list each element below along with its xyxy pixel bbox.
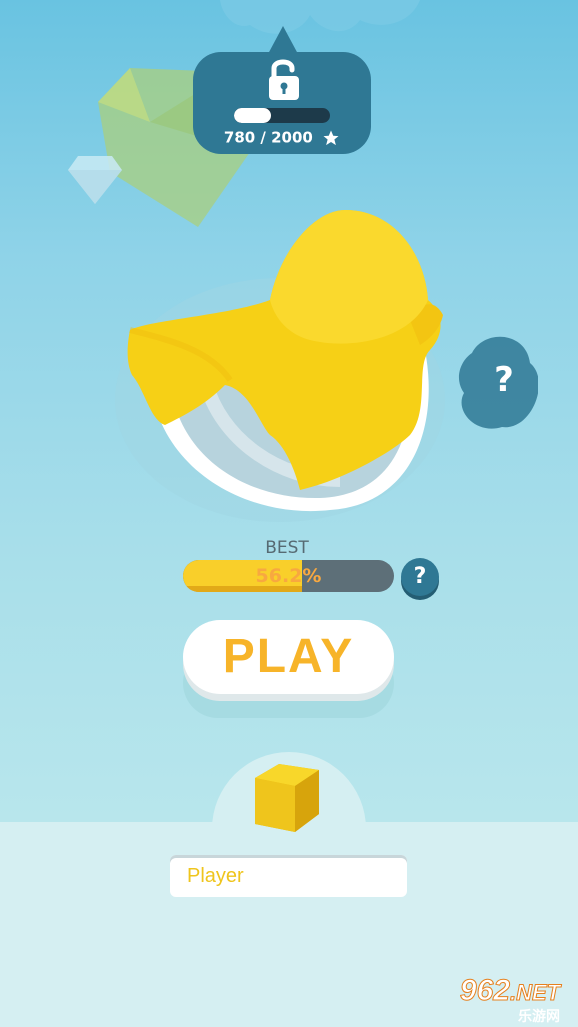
watermark-logo: 962.NET — [445, 974, 575, 1008]
duck-in-egg-character — [115, 210, 445, 522]
cube-skin-button[interactable] — [247, 756, 327, 838]
best-percent-text: 56.2% — [255, 565, 322, 587]
unlock-panel-pointer — [268, 26, 298, 54]
watermark-subtitle: 乐游网 — [518, 1009, 560, 1025]
unlock-progress-bar — [234, 108, 330, 123]
help-bubble-label: ? — [494, 360, 514, 400]
lock-open-icon — [269, 59, 299, 100]
watermark-number: 962 — [459, 974, 510, 1008]
best-progress-bar: 56.2% — [183, 560, 394, 592]
best-label: BEST — [265, 538, 309, 558]
unlock-progress-text: 780 / 2000 — [223, 128, 313, 147]
unlock-progress-fill — [234, 108, 272, 123]
watermark-suffix: .NET — [509, 980, 561, 1006]
star-icon — [323, 130, 339, 145]
play-button[interactable]: PLAY — [183, 620, 394, 694]
player-name-field[interactable] — [170, 855, 407, 897]
unlock-progress-label: 780 / 2000 — [200, 128, 364, 147]
best-help-button[interactable]: ? — [401, 558, 439, 596]
